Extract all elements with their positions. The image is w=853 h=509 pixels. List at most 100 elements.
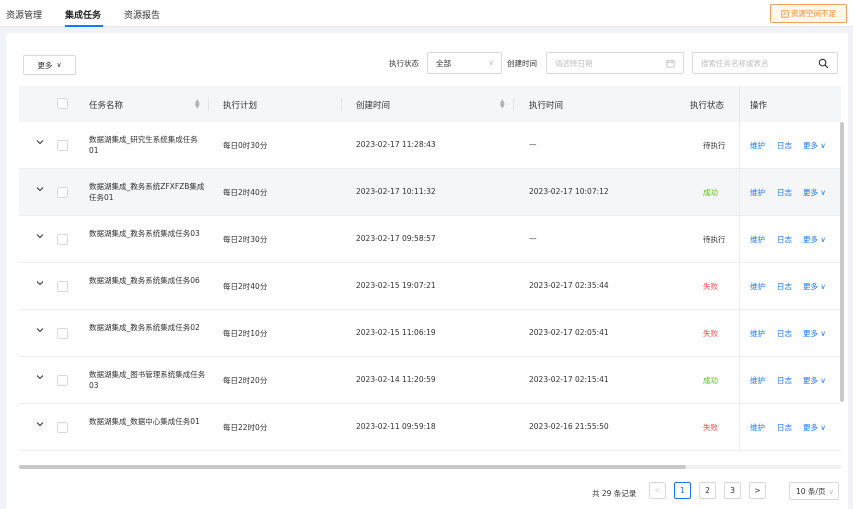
more-link[interactable]: 更多 ∨ <box>803 281 826 292</box>
status-cell: 失败 <box>703 423 718 432</box>
header-exec-plan: 执行计划 <box>223 101 258 111</box>
table-row[interactable]: 数据湖集成_教务系统集成任务02 每日2时10分 2023-02-15 11:06:… <box>19 310 841 357</box>
task-name-cell: 数据湖集成_研究生系统集成任务01 <box>89 135 198 155</box>
select-all-checkbox[interactable] <box>57 98 68 109</box>
header-exec-time: 执行时间 <box>529 101 564 111</box>
operations-cell: 维护 日志 更多 ∨ <box>739 122 841 168</box>
operations-cell: 维护 日志 更多 ∨ <box>739 404 841 450</box>
more-link[interactable]: 更多 ∨ <box>803 375 826 386</box>
log-link[interactable]: 日志 <box>777 328 792 339</box>
column-divider <box>208 98 209 111</box>
horizontal-scrollbar[interactable] <box>19 465 686 469</box>
sort-icon[interactable]: ▲ ▼ <box>195 99 200 110</box>
expand-chevron-icon[interactable] <box>36 185 44 193</box>
maintain-link[interactable]: 维护 <box>750 140 765 151</box>
table-row[interactable]: 数据湖集成_教务系统集成任务03 每日2时30分 2023-02-17 09:58:… <box>19 216 841 263</box>
more-link[interactable]: 更多 ∨ <box>803 422 826 433</box>
created-filter-label: 创建时间 <box>507 59 537 68</box>
chevron-down-icon: ∨ <box>818 235 826 244</box>
exec-time-cell: 2023-02-17 10:07:12 <box>529 187 609 196</box>
expand-chevron-icon[interactable] <box>36 326 44 334</box>
maintain-link[interactable]: 维护 <box>750 375 765 386</box>
status-cell: 成功 <box>703 376 718 385</box>
row-checkbox[interactable] <box>57 281 68 292</box>
log-link[interactable]: 日志 <box>777 375 792 386</box>
search-input[interactable]: 搜索任务名称或表名 <box>692 52 838 74</box>
next-page-button[interactable]: > <box>749 482 766 499</box>
table-row[interactable]: 数据湖集成_数据中心集成任务01 每日22时0分 2023-02-11 09:59:… <box>19 404 841 451</box>
more-link-label: 更多 <box>803 282 818 291</box>
log-link[interactable]: 日志 <box>777 281 792 292</box>
page-button-1[interactable]: 1 <box>674 482 691 499</box>
row-checkbox[interactable] <box>57 234 68 245</box>
page-size-select[interactable]: 10 条/页 ∨ <box>789 482 839 500</box>
row-checkbox[interactable] <box>57 328 68 339</box>
exec-time-cell: — <box>529 234 537 243</box>
row-checkbox[interactable] <box>57 422 68 433</box>
log-link[interactable]: 日志 <box>777 187 792 198</box>
more-link-label: 更多 <box>803 141 818 150</box>
table-row[interactable]: 数据湖集成_教务系统集成任务06 每日2时40分 2023-02-15 19:07:… <box>19 263 841 310</box>
exec-plan-cell: 每日2时10分 <box>223 329 268 338</box>
resource-space-warning-button[interactable]: 资源空间不足 <box>770 4 847 23</box>
exec-time-cell: 2023-02-17 02:15:41 <box>529 375 609 384</box>
more-actions-button[interactable]: 更多 ∨ <box>23 55 76 75</box>
page-button-2[interactable]: 2 <box>699 482 716 499</box>
maintain-link[interactable]: 维护 <box>750 187 765 198</box>
maintain-link[interactable]: 维护 <box>750 328 765 339</box>
more-link-label: 更多 <box>803 329 818 338</box>
page-size-value: 10 条/页 <box>796 486 826 496</box>
status-cell: 待执行 <box>703 235 726 244</box>
vertical-scrollbar[interactable] <box>840 122 844 402</box>
status-select[interactable]: 全部 ∨ <box>427 52 502 74</box>
expand-chevron-icon[interactable] <box>36 279 44 287</box>
created-time-cell: 2023-02-17 09:58:57 <box>356 234 436 243</box>
log-link[interactable]: 日志 <box>777 422 792 433</box>
exec-plan-cell: 每日2时40分 <box>223 188 268 197</box>
task-name-cell: 数据湖集成_图书管理系统集成任务03 <box>89 370 206 390</box>
exec-plan-cell: 每日2时30分 <box>223 235 268 244</box>
expand-chevron-icon[interactable] <box>36 373 44 381</box>
expand-chevron-icon[interactable] <box>36 420 44 428</box>
search-icon[interactable] <box>818 58 829 69</box>
chevron-down-icon: ∨ <box>818 376 826 385</box>
maintain-link[interactable]: 维护 <box>750 281 765 292</box>
more-link[interactable]: 更多 ∨ <box>803 234 826 245</box>
more-link[interactable]: 更多 ∨ <box>803 140 826 151</box>
row-checkbox[interactable] <box>57 187 68 198</box>
exec-time-cell: — <box>529 140 537 149</box>
row-checkbox[interactable] <box>57 140 68 151</box>
maintain-link[interactable]: 维护 <box>750 422 765 433</box>
prev-page-button[interactable]: < <box>649 482 666 499</box>
table-row[interactable]: 数据湖集成_研究生系统集成任务01 每日0时30分 2023-02-17 11:28… <box>19 122 841 169</box>
task-name-cell: 数据湖集成_教务系统ZFXFZB集成任务01 <box>89 182 205 202</box>
row-checkbox[interactable] <box>57 375 68 386</box>
tab-integration-tasks[interactable]: 集成任务 <box>65 8 101 21</box>
table-row[interactable]: 数据湖集成_教务系统ZFXFZB集成任务01 每日2时40分 2023-02-17 … <box>19 169 841 216</box>
log-link[interactable]: 日志 <box>777 140 792 151</box>
maintain-link[interactable]: 维护 <box>750 234 765 245</box>
header-created-time: 创建时间 <box>356 101 391 111</box>
chevron-down-icon: ∨ <box>818 282 826 291</box>
created-time-cell: 2023-02-11 09:59:18 <box>356 422 436 431</box>
date-picker-input[interactable]: 请选择日期 <box>546 52 684 74</box>
log-link[interactable]: 日志 <box>777 234 792 245</box>
more-link-label: 更多 <box>803 235 818 244</box>
sort-icon[interactable]: ▲ ▼ <box>500 99 505 110</box>
operations-cell: 维护 日志 更多 ∨ <box>739 216 841 262</box>
table-row[interactable]: 数据湖集成_图书管理系统集成任务03 每日2时20分 2023-02-14 11:2… <box>19 357 841 404</box>
more-link[interactable]: 更多 ∨ <box>803 328 826 339</box>
tab-resource-management[interactable]: 资源管理 <box>6 8 42 21</box>
expand-chevron-icon[interactable] <box>36 138 44 146</box>
table-header: 任务名称 ▲ ▼ 执行计划 创建时间 ▲ ▼ 执行时间 执行状态 操作 <box>19 86 841 122</box>
warning-label: 资源空间不足 <box>791 9 836 18</box>
task-name-cell: 数据湖集成_数据中心集成任务01 <box>89 417 200 426</box>
status-select-value: 全部 <box>436 58 451 68</box>
total-records: 共 29 条记录 <box>592 489 637 498</box>
column-divider <box>513 98 514 111</box>
expand-chevron-icon[interactable] <box>36 232 44 240</box>
page-button-3[interactable]: 3 <box>724 482 741 499</box>
tab-resource-report[interactable]: 资源报告 <box>124 8 160 21</box>
more-link[interactable]: 更多 ∨ <box>803 187 826 198</box>
chevron-left-icon: < <box>654 486 661 495</box>
